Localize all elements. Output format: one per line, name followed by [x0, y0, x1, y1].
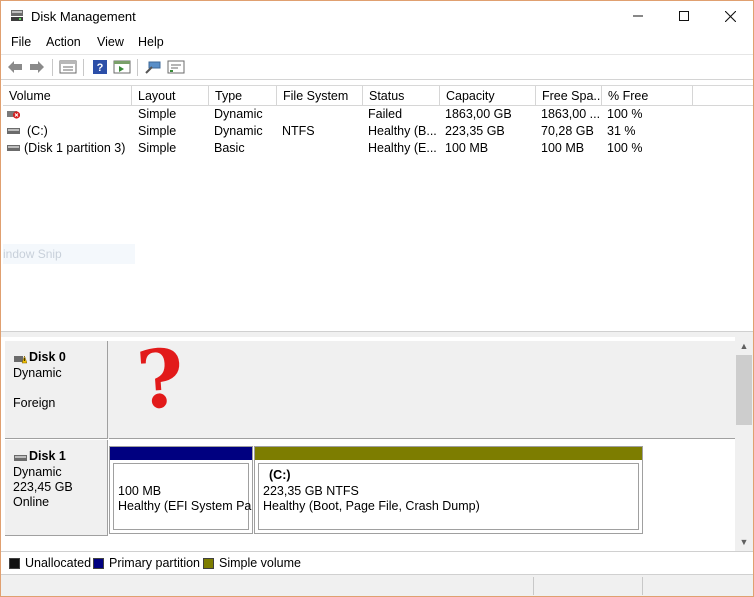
volume-icon [7, 128, 20, 134]
close-button[interactable] [707, 1, 753, 31]
volume-capacity: 1863,00 GB [445, 107, 512, 121]
volume-status: Healthy (E... [368, 141, 437, 155]
disk-state: Foreign [13, 396, 56, 410]
column-type[interactable]: Type [209, 86, 277, 106]
disk-state: Online [13, 495, 50, 509]
disk-size: 223,45 GB [13, 480, 73, 494]
partition-title: (C:) [269, 468, 291, 482]
simple-volume-swatch [203, 558, 214, 569]
scroll-down-arrow-icon[interactable]: ▼ [735, 534, 753, 550]
menu-action[interactable]: Action [46, 35, 81, 49]
volume-list: Volume Layout Type File System Status Ca… [3, 85, 753, 331]
volume-row[interactable]: (Disk 1 partition 3) Simple Basic Health… [3, 140, 753, 157]
menu-file[interactable]: File [11, 35, 31, 49]
volume-free-space: 1863,00 ... [541, 107, 601, 121]
back-arrow-icon[interactable] [6, 59, 24, 75]
volume-free-space: 70,28 GB [541, 124, 594, 138]
disk-management-app-icon [11, 10, 23, 21]
scroll-up-arrow-icon[interactable]: ▲ [735, 338, 753, 354]
volume-percent-free: 100 % [607, 107, 643, 121]
minimize-button[interactable] [615, 1, 661, 31]
volume-free-space: 100 MB [541, 141, 585, 155]
volume-row[interactable]: Simple Dynamic Failed 1863,00 GB 1863,00… [3, 106, 753, 123]
status-bar [1, 574, 753, 596]
disk-type: Dynamic [13, 465, 62, 479]
disk-icon [14, 455, 27, 461]
disk-1-label[interactable]: Disk 1 Dynamic 223,45 GB Online [5, 440, 108, 536]
volume-layout: Simple [138, 141, 177, 155]
legend-unallocated: Unallocated [25, 556, 92, 570]
disk-list-icon[interactable] [59, 59, 77, 75]
volume-capacity: 100 MB [445, 141, 489, 155]
volume-percent-free: 31 % [607, 124, 636, 138]
column-volume[interactable]: Volume [3, 86, 132, 106]
question-mark-annotation: ? [133, 330, 188, 428]
column-free-space[interactable]: Free Spa... [536, 86, 602, 106]
disk-row-0[interactable]: Disk 0 Dynamic Foreign ? [5, 330, 735, 439]
partition-efi[interactable]: 100 MB Healthy (EFI System Part [109, 446, 253, 534]
disk-row-1[interactable]: Disk 1 Dynamic 223,45 GB Online 100 MB H… [5, 440, 735, 536]
legend: Unallocated Primary partition Simple vol… [1, 551, 753, 573]
column-percent-free[interactable]: % Free [602, 86, 693, 106]
volume-status: Healthy (B... [368, 124, 437, 138]
volume-layout: Simple [138, 107, 177, 121]
toolbar: ? [1, 54, 753, 80]
menu-view[interactable]: View [97, 35, 124, 49]
disk-graphical-view: Disk 0 Dynamic Foreign ? Disk 1 Dynamic … [3, 330, 735, 551]
volume-type: Dynamic [214, 107, 263, 121]
partition-size: 100 MB [118, 484, 162, 498]
legend-primary-partition: Primary partition [109, 556, 200, 570]
volume-type: Dynamic [214, 124, 263, 138]
disk-type: Dynamic [13, 366, 62, 380]
window-title: Disk Management [31, 9, 136, 24]
volume-name: (C:) [27, 124, 48, 138]
simple-volume-bar [255, 447, 642, 460]
disk-0-label[interactable]: Disk 0 Dynamic Foreign [5, 341, 108, 439]
volume-name: (Disk 1 partition 3) [24, 141, 126, 155]
volume-icon [7, 145, 20, 151]
volume-capacity: 223,35 GB [445, 124, 505, 138]
partition-size: 223,35 GB NTFS [263, 484, 359, 498]
disk-management-window: Disk Management File Action View Help ? … [0, 0, 754, 597]
minimize-icon [633, 15, 643, 17]
scroll-thumb[interactable] [736, 355, 752, 425]
close-icon [724, 10, 736, 22]
menu-bar: File Action View Help [1, 32, 753, 54]
volume-status: Failed [368, 107, 403, 121]
disk-name: Disk 1 [29, 449, 66, 463]
volume-list-header: Volume Layout Type File System Status Ca… [3, 86, 753, 106]
primary-partition-bar [110, 447, 252, 460]
volume-layout: Simple [138, 124, 177, 138]
column-capacity[interactable]: Capacity [440, 86, 536, 106]
partition-status: Healthy (Boot, Page File, Crash Dump) [263, 499, 480, 513]
unallocated-swatch [9, 558, 20, 569]
maximize-icon [679, 11, 689, 21]
disk-view-scrollbar[interactable]: ▲ ▼ [735, 337, 753, 551]
partition-status: Healthy (EFI System Part [118, 499, 252, 513]
maximize-button[interactable] [661, 1, 707, 31]
volume-row[interactable]: (C:) Simple Dynamic NTFS Healthy (B... 2… [3, 123, 753, 140]
volume-percent-free: 100 % [607, 141, 643, 155]
properties-icon[interactable] [113, 59, 131, 75]
connect-icon[interactable] [144, 59, 162, 75]
window-snip-ghost-text: indow Snip [3, 244, 135, 264]
column-status[interactable]: Status [363, 86, 440, 106]
volume-file-system: NTFS [282, 124, 315, 138]
disk-warning-icon [14, 355, 27, 364]
primary-partition-swatch [93, 558, 104, 569]
volume-type: Basic [214, 141, 245, 155]
disk-name: Disk 0 [29, 350, 66, 364]
disk-0-foreign-area: ? [109, 330, 735, 439]
column-layout[interactable]: Layout [132, 86, 209, 106]
legend-simple-volume: Simple volume [219, 556, 301, 570]
column-file-system[interactable]: File System [277, 86, 363, 106]
help-icon[interactable]: ? [91, 59, 109, 75]
svg-text:?: ? [97, 62, 104, 74]
menu-help[interactable]: Help [138, 35, 164, 49]
forward-arrow-icon[interactable] [28, 59, 46, 75]
settings-icon[interactable] [167, 59, 185, 75]
failed-volume-icon [7, 111, 20, 119]
title-bar: Disk Management [1, 1, 753, 31]
partition-c[interactable]: (C:) 223,35 GB NTFS Healthy (Boot, Page … [254, 446, 643, 534]
